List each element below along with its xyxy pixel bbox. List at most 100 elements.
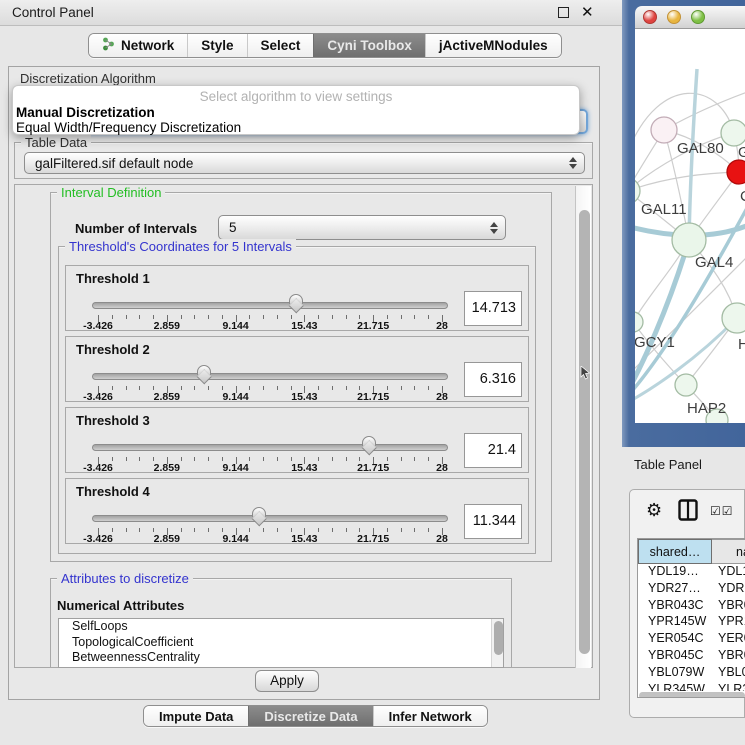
table-row[interactable]: YDR27…YDR2: [638, 581, 745, 598]
minor-tick: [181, 528, 182, 532]
minor-tick: [249, 457, 250, 461]
slider-thumb[interactable]: [362, 436, 378, 456]
minor-tick: [249, 528, 250, 532]
minor-tick: [332, 457, 333, 461]
algorithm-dropdown-popup: Select algorithm to view settings Manual…: [12, 85, 580, 135]
zoom-light-icon[interactable]: [691, 10, 705, 24]
node-label: GCY1: [635, 334, 675, 351]
minor-tick: [153, 386, 154, 390]
list-scrollbar-thumb[interactable]: [494, 621, 503, 655]
minor-tick: [359, 315, 360, 319]
slider-track[interactable]: [92, 373, 448, 380]
algorithm-option[interactable]: Equal Width/Frequency Discretization: [13, 120, 579, 135]
interval-definition-group-title: Interval Definition: [57, 185, 165, 200]
table-row[interactable]: YBL079WYBL0: [638, 665, 745, 682]
network-node[interactable]: [721, 120, 745, 146]
network-view-canvas[interactable]: GAL80GACGAL11GAL4GCY1HHAP2: [635, 29, 745, 423]
network-node[interactable]: [651, 117, 677, 143]
minor-tick: [153, 528, 154, 532]
tab-jactivemnodules[interactable]: jActiveMNodules: [425, 34, 561, 57]
settings-gear-icon[interactable]: ⚙: [646, 500, 662, 521]
split-columns-icon[interactable]: [678, 499, 698, 521]
tab-select[interactable]: Select: [247, 34, 314, 57]
minor-tick: [208, 386, 209, 390]
minor-tick: [277, 315, 278, 319]
column-header-name[interactable]: name: [712, 539, 745, 564]
table-row[interactable]: YPR145WYPR1: [638, 614, 745, 631]
mouse-cursor: [580, 366, 592, 380]
numerical-attributes-list[interactable]: SelfLoopsTopologicalCoefficientBetweenne…: [58, 618, 504, 668]
slider-track[interactable]: [92, 515, 448, 522]
tick-label: 2.859: [154, 462, 180, 474]
network-node[interactable]: [675, 374, 697, 396]
minor-tick: [112, 386, 113, 390]
tick-label: 2.859: [154, 533, 180, 545]
tick-label: 15.43: [291, 320, 317, 332]
tab-network[interactable]: Network: [89, 34, 187, 57]
cell-name: YBR0: [718, 598, 745, 612]
slider-thumb[interactable]: [252, 507, 268, 527]
minor-tick: [387, 457, 388, 461]
threshold-value-field[interactable]: 14.713: [464, 291, 522, 326]
attribute-list-item[interactable]: TopologicalCoefficient: [59, 635, 503, 651]
tab-cyni-toolbox[interactable]: Cyni Toolbox: [313, 34, 425, 57]
threshold-value-field[interactable]: 11.344: [464, 504, 522, 539]
slider-track[interactable]: [92, 444, 448, 451]
table-row[interactable]: YLR345WYLR3: [638, 682, 745, 691]
network-node[interactable]: [672, 223, 706, 257]
algorithm-option[interactable]: Manual Discretization: [13, 105, 579, 120]
node-table: shared…name YDL19…YDL1YDR27…YDR2YBR043CY…: [637, 538, 745, 698]
apply-button[interactable]: Apply: [255, 670, 319, 692]
threshold-value-field[interactable]: 21.4: [464, 433, 522, 468]
attribute-list-item[interactable]: BetweennessCentrality: [59, 650, 503, 666]
minor-tick: [332, 386, 333, 390]
close-light-icon[interactable]: [643, 10, 657, 24]
table-row[interactable]: YBR043CYBR0: [638, 598, 745, 615]
slider-thumb[interactable]: [197, 365, 213, 385]
network-node[interactable]: [727, 160, 745, 184]
minor-tick: [263, 386, 264, 390]
cell-shared-name: YLR345W: [648, 682, 705, 691]
tab-label: Style: [201, 38, 233, 53]
tick-label: 21.715: [357, 533, 389, 545]
minor-tick: [126, 315, 127, 319]
tab-style[interactable]: Style: [187, 34, 246, 57]
network-node[interactable]: [635, 312, 643, 332]
tab-infer-network[interactable]: Infer Network: [373, 706, 487, 726]
table-row[interactable]: YBR045CYBR0: [638, 648, 745, 665]
table-row[interactable]: YDL19…YDL1: [638, 564, 745, 581]
close-window-icon[interactable]: ✕: [581, 3, 594, 23]
minor-tick: [401, 528, 402, 532]
show-columns-checkbox-icons[interactable]: ☑☑: [710, 504, 734, 518]
slider-thumb[interactable]: [289, 294, 305, 314]
minimize-light-icon[interactable]: [667, 10, 681, 24]
minor-tick: [222, 457, 223, 461]
float-window-icon[interactable]: [558, 7, 569, 18]
tick-label: 21.715: [357, 462, 389, 474]
minor-tick: [387, 315, 388, 319]
threshold-value-field[interactable]: 6.316: [464, 362, 522, 397]
table-row[interactable]: YER054CYER0: [638, 631, 745, 648]
list-scrollbar[interactable]: [491, 619, 503, 667]
table-data-combobox[interactable]: galFiltered.sif default node: [24, 152, 585, 174]
minor-tick: [194, 528, 195, 532]
combo-stepper-icon[interactable]: [490, 222, 498, 234]
minor-tick: [401, 315, 402, 319]
minor-tick: [139, 386, 140, 390]
number-of-intervals-combobox[interactable]: 5: [218, 215, 506, 240]
combo-stepper-icon[interactable]: [569, 157, 577, 169]
slider-track[interactable]: [92, 302, 448, 309]
vertical-scrollbar[interactable]: [575, 186, 591, 668]
minor-tick: [401, 386, 402, 390]
horizontal-scrollbar-thumb[interactable]: [639, 692, 745, 698]
vertical-scrollbar-thumb[interactable]: [579, 210, 590, 654]
network-node[interactable]: [722, 303, 745, 333]
minor-tick: [277, 386, 278, 390]
tab-discretize-data[interactable]: Discretize Data: [248, 706, 372, 726]
node-label: GAL80: [677, 140, 724, 157]
attribute-list-item[interactable]: SelfLoops: [59, 619, 503, 635]
minor-tick: [414, 386, 415, 390]
column-header-shared-name[interactable]: shared…: [638, 539, 712, 564]
tab-impute-data[interactable]: Impute Data: [144, 706, 248, 726]
minor-tick: [153, 457, 154, 461]
